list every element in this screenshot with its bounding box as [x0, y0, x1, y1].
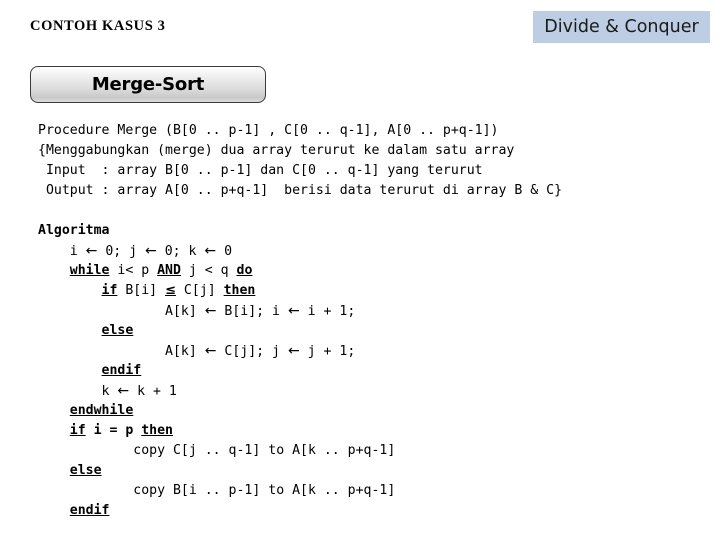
algorithm-line: Algoritma — [38, 221, 395, 241]
algorithm-keyword: endwhile — [69, 403, 134, 418]
algorithm-line: copy B[i .. p-1] to A[k .. p+q-1] — [38, 481, 395, 501]
algorithm-text: k — [101, 384, 118, 399]
procedure-header-line: Output : array A[0 .. p+q-1] berisi data… — [38, 183, 563, 198]
page-title: CONTOH KASUS 3 — [30, 18, 166, 34]
procedure-header-line: Procedure Merge (B[0 .. p-1] , C[0 .. q-… — [38, 123, 499, 138]
algorithm-line: endif — [38, 361, 395, 381]
algorithm-block: Algoritma i ← 0; j ← 0; k ← 0 while i< p… — [38, 221, 395, 521]
algorithm-bold-text: Algoritma — [38, 223, 110, 238]
assign-arrow-icon: ← — [117, 383, 130, 399]
algorithm-text: A[k] — [165, 304, 205, 319]
algorithm-line: A[k] ← B[i]; i ← i + 1; — [38, 301, 395, 321]
algorithm-keyword: do — [236, 263, 253, 278]
algorithm-line: endif — [38, 501, 395, 521]
algorithm-text: A[k] — [165, 344, 205, 359]
algorithm-keyword: then — [223, 283, 256, 298]
algorithm-keyword: AND — [157, 263, 181, 278]
algorithm-keyword: endif — [69, 503, 110, 518]
merge-sort-button-label: Merge-Sort — [91, 74, 205, 95]
algorithm-text: i — [69, 244, 86, 259]
algorithm-keyword: then — [141, 423, 173, 438]
algorithm-text: copy C[j .. q-1] to A[k .. p+q-1] — [133, 443, 396, 458]
assign-arrow-icon: ← — [145, 243, 157, 259]
algorithm-line: else — [38, 321, 395, 341]
algorithm-line: endwhile — [38, 401, 395, 421]
assign-arrow-icon: ← — [204, 343, 217, 359]
algorithm-line: copy C[j .. q-1] to A[k .. p+q-1] — [38, 441, 395, 461]
algorithm-keyword: else — [69, 463, 102, 478]
algorithm-bold-text: i = p — [85, 423, 142, 438]
algorithm-keyword: if — [69, 423, 86, 438]
algorithm-line: k ← k + 1 — [38, 381, 395, 401]
algorithm-text: j < q — [180, 263, 237, 278]
algorithm-text: B[i]; i — [216, 304, 288, 319]
algorithm-text: C[j]; j — [216, 344, 288, 359]
algorithm-text: j + 1; — [299, 344, 356, 359]
algorithm-keyword: while — [69, 263, 110, 278]
algorithm-line: if B[i] ≤ C[j] then — [38, 281, 395, 301]
procedure-header-block: Procedure Merge (B[0 .. p-1] , C[0 .. q-… — [38, 121, 562, 201]
algorithm-text: copy B[i .. p-1] to A[k .. p+q-1] — [133, 483, 396, 498]
assign-arrow-icon: ← — [204, 303, 217, 319]
merge-sort-button[interactable]: Merge-Sort — [30, 66, 266, 103]
algorithm-keyword: if — [101, 283, 118, 298]
assign-arrow-icon: ← — [287, 303, 300, 319]
algorithm-text: 0; j — [97, 244, 146, 259]
algorithm-text: B[i] — [117, 283, 166, 298]
algorithm-line: i ← 0; j ← 0; k ← 0 — [38, 241, 395, 261]
assign-arrow-icon: ← — [287, 343, 300, 359]
procedure-header-line: Input : array B[0 .. p-1] dan C[0 .. q-1… — [38, 163, 483, 178]
algorithm-text: 0 — [216, 244, 233, 259]
assign-arrow-icon: ← — [204, 243, 217, 259]
assign-arrow-icon: ← — [85, 243, 98, 259]
algorithm-text: C[j] — [175, 283, 224, 298]
algorithm-line: while i< p AND j < q do — [38, 261, 395, 281]
algorithm-line: A[k] ← C[j]; j ← j + 1; — [38, 341, 395, 361]
algorithm-text: i< p — [109, 263, 158, 278]
slide-canvas: CONTOH KASUS 3 Divide & Conquer Merge-So… — [0, 0, 720, 540]
algorithm-keyword: else — [101, 323, 134, 338]
algorithm-text: i + 1; — [299, 304, 356, 319]
algorithm-text: k + 1 — [129, 384, 177, 399]
algorithm-line: else — [38, 461, 395, 481]
algorithm-text: 0; k — [156, 244, 205, 259]
topic-badge: Divide & Conquer — [533, 11, 710, 43]
algorithm-keyword: endif — [101, 363, 142, 378]
algorithm-line: if i = p then — [38, 421, 395, 441]
less-equal-icon: ≤ — [165, 283, 176, 298]
procedure-header-line: {Menggabungkan (merge) dua array terurut… — [38, 143, 515, 158]
